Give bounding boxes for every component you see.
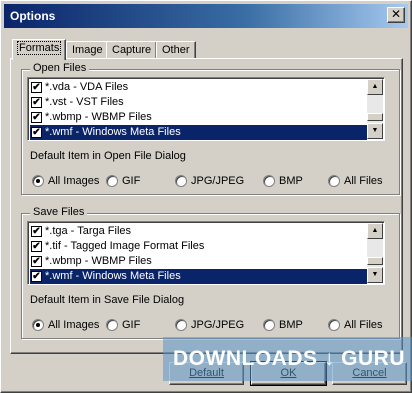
checkbox[interactable]: ✔ (31, 271, 42, 282)
radio-dot[interactable] (175, 319, 187, 331)
radio-gif[interactable]: GIF (106, 175, 140, 188)
scroll-up-button[interactable]: ▲ (367, 223, 383, 239)
window-title: Options (10, 9, 56, 23)
close-button[interactable]: ✕ (387, 7, 405, 23)
vertical-scrollbar[interactable]: ▲ ▼ (367, 79, 383, 139)
open-default-label: Default Item in Open File Dialog (30, 150, 186, 162)
scroll-thumb[interactable] (367, 113, 383, 121)
tab-other[interactable]: Other (156, 41, 196, 59)
formats-panel: Open Files ✔ *.vda - VDA Files ✔ *.vst -… (10, 58, 403, 354)
radio-dot[interactable] (32, 319, 44, 331)
radio-all-files[interactable]: All Files (328, 319, 383, 332)
radio-bmp[interactable]: BMP (263, 319, 303, 332)
radio-jpg[interactable]: JPG/JPEG (175, 175, 244, 188)
checkbox[interactable]: ✔ (31, 82, 42, 93)
vertical-scrollbar[interactable]: ▲ ▼ (367, 223, 383, 283)
list-item[interactable]: ✔ *.wbmp - WBMP Files (30, 254, 367, 269)
checkbox[interactable]: ✔ (31, 226, 42, 237)
list-item[interactable]: ✔ *.vst - VST Files (30, 95, 367, 110)
radio-dot[interactable] (106, 175, 118, 187)
radio-dot[interactable] (175, 175, 187, 187)
radio-jpg[interactable]: JPG/JPEG (175, 319, 244, 332)
list-item[interactable]: ✔ *.vda - VDA Files (30, 80, 367, 95)
save-files-listbox[interactable]: ✔ *.tga - Targa Files ✔ *.tif - Tagged I… (27, 221, 385, 285)
radio-gif[interactable]: GIF (106, 319, 140, 332)
radio-bmp[interactable]: BMP (263, 175, 303, 188)
radio-dot[interactable] (106, 319, 118, 331)
radio-dot[interactable] (328, 319, 340, 331)
radio-all-images[interactable]: All Images (32, 319, 99, 332)
radio-dot[interactable] (32, 175, 44, 187)
title-bar[interactable]: Options ✕ (4, 4, 408, 28)
list-item-selected[interactable]: ✔ *.wmf - Windows Meta Files (30, 269, 367, 284)
tab-image[interactable]: Image (66, 41, 109, 59)
scroll-down-button[interactable]: ▼ (367, 267, 383, 283)
list-item-selected[interactable]: ✔ *.wmf - Windows Meta Files (30, 125, 367, 140)
options-dialog: Options ✕ Formats Image Capture Other Op… (0, 0, 412, 393)
checkbox[interactable]: ✔ (31, 112, 42, 123)
radio-dot[interactable] (263, 319, 275, 331)
checkbox[interactable]: ✔ (31, 127, 42, 138)
radio-all-images[interactable]: All Images (32, 175, 99, 188)
checkbox[interactable]: ✔ (31, 97, 42, 108)
radio-dot[interactable] (328, 175, 340, 187)
checkbox[interactable]: ✔ (31, 241, 42, 252)
watermark-overlay: DOWNLOADS ↓ GURU (163, 337, 412, 381)
list-item[interactable]: ✔ *.tif - Tagged Image Format Files (30, 239, 367, 254)
radio-all-files[interactable]: All Files (328, 175, 383, 188)
list-item[interactable]: ✔ *.tga - Targa Files (30, 224, 367, 239)
checkbox[interactable]: ✔ (31, 256, 42, 267)
list-item[interactable]: ✔ *.wbmp - WBMP Files (30, 110, 367, 125)
radio-dot[interactable] (263, 175, 275, 187)
tab-formats[interactable]: Formats (12, 39, 67, 60)
save-files-title: Save Files (30, 206, 88, 218)
save-default-label: Default Item in Save File Dialog (30, 294, 185, 306)
open-files-title: Open Files (30, 62, 90, 74)
scroll-thumb[interactable] (367, 257, 383, 265)
tab-capture[interactable]: Capture (106, 41, 158, 59)
scroll-up-button[interactable]: ▲ (367, 79, 383, 95)
open-files-listbox[interactable]: ✔ *.vda - VDA Files ✔ *.vst - VST Files … (27, 77, 385, 141)
scroll-down-button[interactable]: ▼ (367, 123, 383, 139)
